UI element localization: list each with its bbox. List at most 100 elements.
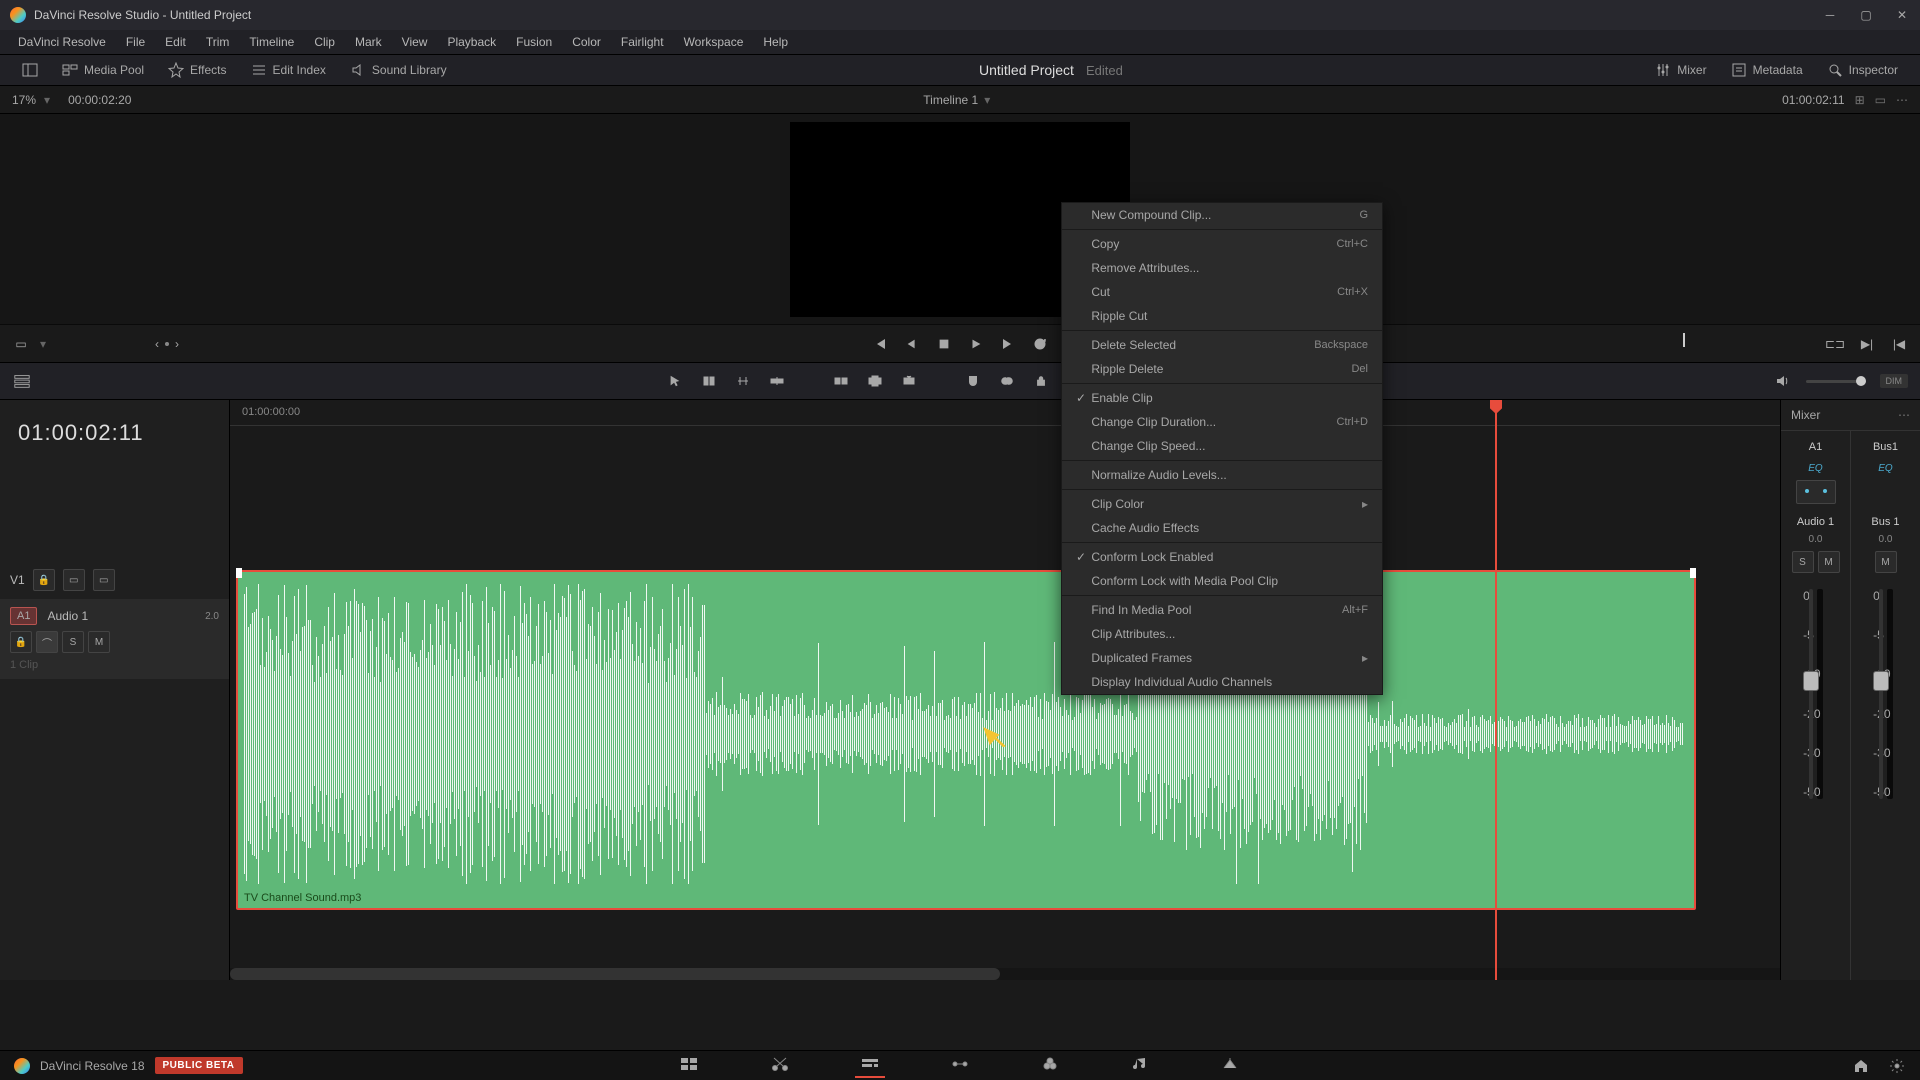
maximize-button[interactable]: ▢ bbox=[1858, 7, 1874, 23]
ctx-ripple-cut[interactable]: Ripple Cut bbox=[1062, 304, 1382, 328]
trim-tool-icon[interactable] bbox=[699, 371, 719, 391]
step-back-icon[interactable] bbox=[903, 335, 921, 353]
volume-icon[interactable] bbox=[1772, 371, 1792, 391]
ch1-solo[interactable]: S bbox=[1792, 551, 1814, 573]
timeline-ruler[interactable]: 01:00:00:00 bbox=[230, 400, 1780, 426]
v1-disable-icon[interactable]: ▭ bbox=[63, 569, 85, 591]
dim-button[interactable]: DIM bbox=[1880, 374, 1909, 388]
viewer-opt2-icon[interactable]: ▭ bbox=[1875, 93, 1886, 107]
effects-button[interactable]: Effects bbox=[156, 56, 238, 84]
ctx-find-in-media-pool[interactable]: Find In Media PoolAlt+F bbox=[1062, 598, 1382, 622]
track-a1-header[interactable]: A1 Audio 1 2.0 🔒 ⌒ S M 1 Clip bbox=[0, 599, 229, 679]
last-clip-icon[interactable]: |◀ bbox=[1890, 335, 1908, 353]
menu-playback[interactable]: Playback bbox=[437, 31, 506, 53]
play-icon[interactable] bbox=[967, 335, 985, 353]
v1-frame-icon[interactable]: ▭ bbox=[93, 569, 115, 591]
ctx-remove-attributes-[interactable]: Remove Attributes... bbox=[1062, 256, 1382, 280]
metadata-button[interactable]: Metadata bbox=[1719, 56, 1815, 84]
loop-icon[interactable] bbox=[1031, 335, 1049, 353]
next-edit-icon[interactable]: › bbox=[175, 337, 179, 351]
next-clip-icon[interactable]: ▶| bbox=[1858, 335, 1876, 353]
lock-icon[interactable] bbox=[1031, 371, 1051, 391]
menu-edit[interactable]: Edit bbox=[155, 31, 196, 53]
ctx-display-individual-audio-channels[interactable]: Display Individual Audio Channels bbox=[1062, 670, 1382, 694]
menu-mark[interactable]: Mark bbox=[345, 31, 392, 53]
snapping-icon[interactable] bbox=[963, 371, 983, 391]
ctx-clip-color[interactable]: Clip Color▸ bbox=[1062, 492, 1382, 516]
zoom-value[interactable]: 17% bbox=[12, 93, 36, 107]
overwrite-icon[interactable] bbox=[865, 371, 885, 391]
blade-tool-icon[interactable] bbox=[767, 371, 787, 391]
menu-help[interactable]: Help bbox=[753, 31, 798, 53]
ctx-conform-lock-enabled[interactable]: ✓ Conform Lock Enabled bbox=[1062, 545, 1382, 569]
ctx-conform-lock-with-media-pool-clip[interactable]: Conform Lock with Media Pool Clip bbox=[1062, 569, 1382, 593]
minimize-button[interactable]: ─ bbox=[1822, 7, 1838, 23]
deliver-page-icon[interactable] bbox=[1215, 1054, 1245, 1078]
menu-fairlight[interactable]: Fairlight bbox=[611, 31, 674, 53]
ctx-ripple-delete[interactable]: Ripple DeleteDel bbox=[1062, 357, 1382, 381]
mixer-menu-icon[interactable]: ⋯ bbox=[1898, 408, 1910, 422]
ctx-copy[interactable]: CopyCtrl+C bbox=[1062, 232, 1382, 256]
fader-bus1[interactable] bbox=[1879, 589, 1883, 799]
timeline-name[interactable]: Timeline 1 bbox=[923, 93, 978, 107]
fader-a1[interactable] bbox=[1809, 589, 1813, 799]
inspector-button[interactable]: Inspector bbox=[1815, 56, 1910, 84]
menu-davinci[interactable]: DaVinci Resolve bbox=[8, 31, 116, 53]
ctx-clip-attributes-[interactable]: Clip Attributes... bbox=[1062, 622, 1382, 646]
match-frame-icon[interactable]: ⊏⊐ bbox=[1826, 335, 1844, 353]
timeline-canvas[interactable]: 01:00:00:00 TV Channel Sound.mp3 bbox=[230, 400, 1780, 980]
ctx-normalize-audio-levels-[interactable]: Normalize Audio Levels... bbox=[1062, 463, 1382, 487]
link-icon[interactable] bbox=[997, 371, 1017, 391]
menu-clip[interactable]: Clip bbox=[304, 31, 345, 53]
a1-curve-icon[interactable]: ⌒ bbox=[36, 631, 58, 653]
a1-badge[interactable]: A1 bbox=[10, 607, 37, 625]
viewer-timecode[interactable]: 00:00:02:20 bbox=[68, 93, 131, 107]
mixer-button[interactable]: Mixer bbox=[1643, 56, 1718, 84]
ctx-cut[interactable]: CutCtrl+X bbox=[1062, 280, 1382, 304]
edit-index-button[interactable]: Edit Index bbox=[239, 56, 338, 84]
viewer-menu-icon[interactable]: ⋯ bbox=[1896, 93, 1908, 107]
ctx-change-clip-speed-[interactable]: Change Clip Speed... bbox=[1062, 434, 1382, 458]
cut-page-icon[interactable] bbox=[765, 1054, 795, 1078]
menu-trim[interactable]: Trim bbox=[196, 31, 240, 53]
go-start-icon[interactable] bbox=[871, 335, 889, 353]
ctx-enable-clip[interactable]: ✓ Enable Clip bbox=[1062, 386, 1382, 410]
audio-clip[interactable]: TV Channel Sound.mp3 bbox=[236, 570, 1696, 910]
v1-lock-icon[interactable]: 🔒 bbox=[33, 569, 55, 591]
ctx-duplicated-frames[interactable]: Duplicated Frames▸ bbox=[1062, 646, 1382, 670]
pan-knob-a1[interactable] bbox=[1796, 480, 1836, 504]
menu-fusion[interactable]: Fusion bbox=[506, 31, 562, 53]
edit-page-icon[interactable] bbox=[855, 1054, 885, 1078]
go-end-icon[interactable] bbox=[999, 335, 1017, 353]
eq-button-bus[interactable]: EQ bbox=[1878, 463, 1892, 474]
track-v1-header[interactable]: V1 🔒 ▭ ▭ bbox=[0, 561, 229, 599]
scrollbar-thumb[interactable] bbox=[230, 968, 1000, 980]
horizontal-scrollbar[interactable] bbox=[230, 968, 1780, 980]
settings-icon[interactable] bbox=[1888, 1057, 1906, 1075]
volume-slider[interactable] bbox=[1806, 380, 1866, 383]
a1-solo-button[interactable]: S bbox=[62, 631, 84, 653]
clip-in-handle[interactable] bbox=[236, 568, 242, 578]
panel-toggle[interactable] bbox=[10, 56, 50, 84]
menu-timeline[interactable]: Timeline bbox=[239, 31, 304, 53]
ch1-mute[interactable]: M bbox=[1818, 551, 1840, 573]
timeline-timecode[interactable]: 01:00:02:11 bbox=[1782, 93, 1845, 107]
insert-icon[interactable] bbox=[831, 371, 851, 391]
home-icon[interactable] bbox=[1852, 1057, 1870, 1075]
viewer-mode-icon[interactable]: ▭ bbox=[12, 335, 30, 353]
eq-button[interactable]: EQ bbox=[1808, 463, 1822, 474]
a1-mute-button[interactable]: M bbox=[88, 631, 110, 653]
menu-workspace[interactable]: Workspace bbox=[674, 31, 754, 53]
ctx-new-compound-clip-[interactable]: New Compound Clip...G bbox=[1062, 203, 1382, 227]
clip-out-handle[interactable] bbox=[1690, 568, 1696, 578]
close-button[interactable]: ✕ bbox=[1894, 7, 1910, 23]
a1-lock-icon[interactable]: 🔒 bbox=[10, 631, 32, 653]
ctx-change-clip-duration-[interactable]: Change Clip Duration...Ctrl+D bbox=[1062, 410, 1382, 434]
replace-icon[interactable] bbox=[899, 371, 919, 391]
fairlight-page-icon[interactable] bbox=[1125, 1054, 1155, 1078]
menu-file[interactable]: File bbox=[116, 31, 155, 53]
stop-icon[interactable] bbox=[935, 335, 953, 353]
media-page-icon[interactable] bbox=[675, 1054, 705, 1078]
prev-edit-icon[interactable]: ‹ bbox=[155, 337, 159, 351]
ctx-delete-selected[interactable]: Delete SelectedBackspace bbox=[1062, 333, 1382, 357]
